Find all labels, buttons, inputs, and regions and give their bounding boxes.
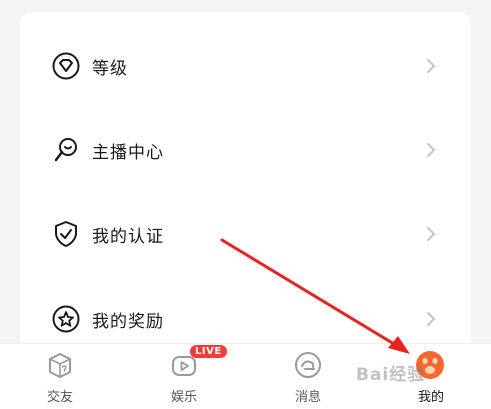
menu-item-label: 主播中心 xyxy=(92,142,164,163)
menu-item-label: 我的奖励 xyxy=(92,311,164,332)
menu-item-label: 我的认证 xyxy=(92,226,164,247)
menu-item-streamer-center[interactable]: 主播中心 xyxy=(20,120,471,180)
chevron-right-icon xyxy=(423,224,439,244)
live-badge: LIVE xyxy=(190,345,227,358)
reward-star-icon xyxy=(50,303,82,335)
tab-messages[interactable]: 消息 xyxy=(248,344,368,409)
tab-entertainment[interactable]: LIVE 娱乐 xyxy=(124,344,244,409)
tab-label: 交友 xyxy=(46,390,73,405)
shield-check-icon xyxy=(50,218,82,250)
box-question-icon xyxy=(45,350,75,380)
tab-make-friends[interactable]: 交友 xyxy=(0,344,120,409)
tab-label: 消息 xyxy=(294,390,321,405)
menu-item-label: 等级 xyxy=(92,58,128,79)
streamer-microphone-icon xyxy=(50,134,82,166)
menu-item-my-verification[interactable]: 我的认证 xyxy=(20,204,471,264)
tab-label: 娱乐 xyxy=(170,390,197,405)
menu-card: 等级 主播中心 我的认证 我的奖励 xyxy=(20,12,471,352)
profile-page: 等级 主播中心 我的认证 我的奖励 交友 LIVE 娱乐 消息 我的 Bai经验 xyxy=(0,0,491,409)
message-bubble-icon xyxy=(293,350,323,380)
chevron-right-icon xyxy=(423,56,439,76)
menu-item-level[interactable]: 等级 xyxy=(20,36,471,96)
menu-item-my-rewards[interactable]: 我的奖励 xyxy=(20,289,471,349)
level-gem-icon xyxy=(50,50,82,82)
watermark: Bai经验 xyxy=(356,365,426,385)
chevron-right-icon xyxy=(423,309,439,329)
chevron-right-icon xyxy=(423,140,439,160)
